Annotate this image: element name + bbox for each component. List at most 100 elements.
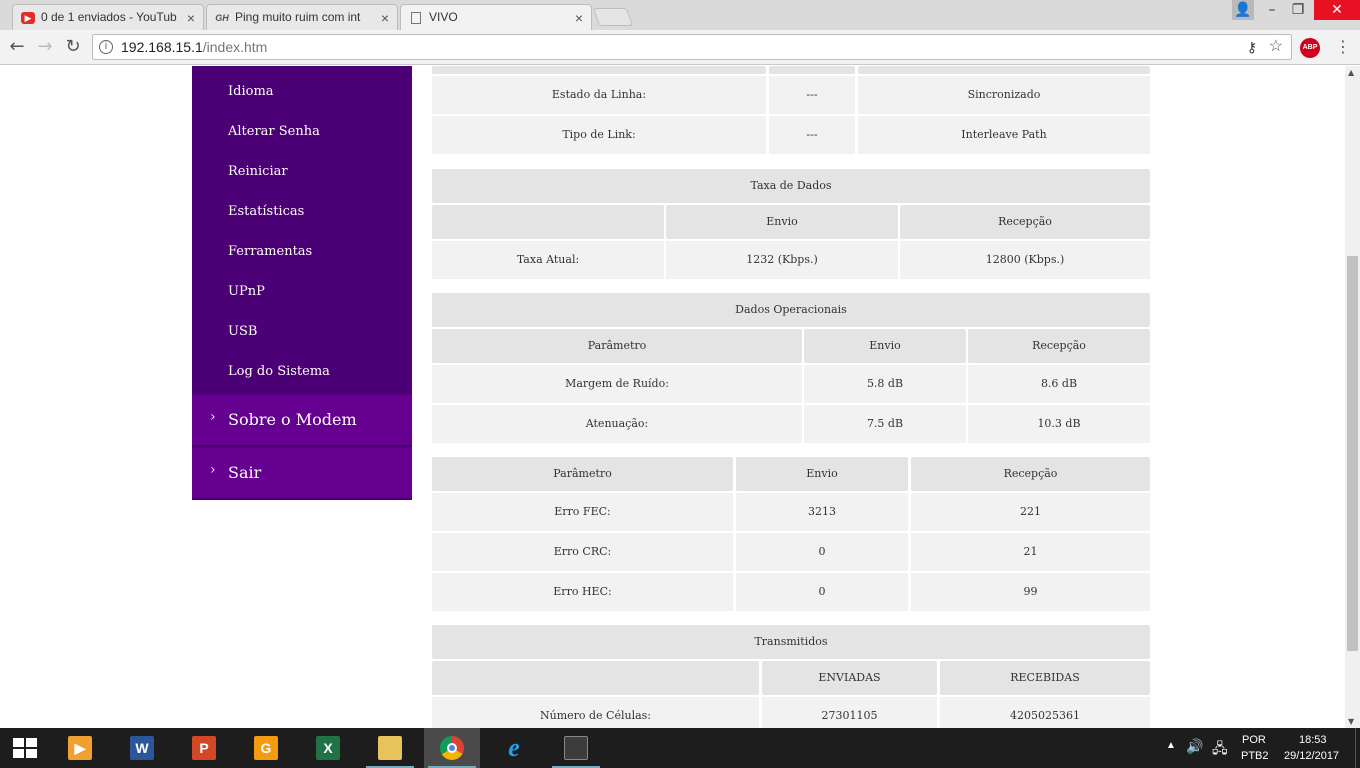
row-label: Taxa Atual:: [432, 241, 664, 279]
taskbar-app-ie[interactable]: e: [486, 728, 542, 768]
tab-title: VIVO: [429, 10, 458, 24]
row-mid: ---: [769, 116, 855, 154]
sidebar-item-alterar-senha[interactable]: Alterar Senha: [228, 124, 320, 139]
chevron-right-icon: ›: [210, 409, 216, 425]
bookmark-star-icon[interactable]: ☆: [1269, 35, 1283, 59]
table-header-cell: Recepção: [900, 205, 1150, 239]
row-send: 5.8 dB: [804, 365, 966, 403]
file-explorer-icon: [378, 736, 402, 760]
internet-explorer-icon: e: [508, 733, 520, 762]
table-title: Taxa de Dados: [432, 169, 1150, 203]
row-recv: 99: [911, 573, 1150, 611]
sidebar-main-label: Sobre o Modem: [228, 410, 357, 429]
taskbar-app-chrome[interactable]: [424, 728, 480, 768]
taskbar-app-explorer[interactable]: [362, 728, 418, 768]
page-scrollbar[interactable]: ▲ ▼: [1345, 66, 1360, 728]
show-desktop-button[interactable]: [1355, 728, 1360, 768]
table-header-cell: RECEBIDAS: [940, 661, 1150, 695]
taskbar-app-word[interactable]: W: [114, 728, 170, 768]
sidebar-item-usb[interactable]: USB: [228, 324, 257, 339]
back-arrow-icon[interactable]: ←: [6, 36, 28, 58]
row-send: 0: [736, 573, 908, 611]
table-header-cell: [858, 66, 1150, 74]
sidebar-item-ferramentas[interactable]: Ferramentas: [228, 244, 312, 259]
taskbar-app-foxit[interactable]: G: [238, 728, 294, 768]
sidebar-item-idioma[interactable]: Idioma: [228, 84, 274, 99]
start-button[interactable]: [0, 728, 50, 768]
close-tab-icon[interactable]: ×: [381, 10, 389, 26]
row-label: Estado da Linha:: [432, 76, 766, 114]
gh-site-icon: GH: [215, 13, 229, 23]
sidebar-item-log[interactable]: Log do Sistema: [228, 364, 330, 379]
table-header-cell: [432, 661, 759, 695]
game-app-icon: [564, 736, 588, 760]
sidebar-menu: Idioma Alterar Senha Reiniciar Estatísti…: [192, 66, 412, 500]
tab-title: Ping muito ruim com int: [235, 10, 361, 24]
tab-youtube[interactable]: ▶ 0 de 1 enviados - YouTub ×: [12, 4, 204, 30]
forward-arrow-icon[interactable]: →: [34, 36, 56, 58]
close-tab-icon[interactable]: ×: [575, 10, 583, 26]
row-recv: 10.3 dB: [968, 405, 1150, 443]
row-label: Atenuação:: [432, 405, 802, 443]
adblock-icon[interactable]: ABP: [1300, 38, 1320, 58]
table-header-cell: [432, 205, 664, 239]
table-title: Dados Operacionais: [432, 293, 1150, 327]
close-window-icon[interactable]: ✕: [1314, 0, 1360, 20]
restore-icon[interactable]: ❐: [1284, 0, 1312, 20]
sidebar-item-estatisticas[interactable]: Estatísticas: [228, 204, 304, 219]
row-send: 1232 (Kbps.): [666, 241, 898, 279]
row-label: Erro FEC:: [432, 493, 733, 531]
taskbar-app-game[interactable]: [548, 728, 604, 768]
user-profile-icon[interactable]: 👤: [1232, 0, 1254, 20]
sidebar-main-sair[interactable]: › Sair: [192, 447, 412, 498]
word-icon: W: [130, 736, 154, 760]
row-recv: 21: [911, 533, 1150, 571]
network-icon[interactable]: 🖧: [1212, 738, 1228, 762]
row-recv: 221: [911, 493, 1150, 531]
youtube-icon: ▶: [21, 12, 35, 24]
clock-date[interactable]: 29/12/2017: [1284, 750, 1339, 762]
tab-ping[interactable]: GH Ping muito ruim com int ×: [206, 4, 398, 30]
taskbar-app-media-player[interactable]: ▶: [52, 728, 108, 768]
row-recv: 4205025361: [940, 697, 1150, 728]
sidebar-item-upnp[interactable]: UPnP: [228, 284, 265, 299]
info-icon[interactable]: i: [99, 40, 113, 54]
powerpoint-icon: P: [192, 736, 216, 760]
reload-icon[interactable]: ↻: [62, 36, 84, 58]
table-header-cell: [769, 66, 855, 74]
address-bar[interactable]: i 192.168.15.1/index.htm ⚷ ☆: [92, 34, 1292, 60]
windows-start-icon: [13, 738, 37, 758]
sidebar-item-reiniciar[interactable]: Reiniciar: [228, 164, 288, 179]
row-value: Sincronizado: [858, 76, 1150, 114]
clock-time[interactable]: 18:53: [1299, 734, 1327, 746]
scroll-up-arrow-icon[interactable]: ▲: [1348, 68, 1354, 77]
new-tab-button[interactable]: [592, 8, 634, 26]
taskbar-app-excel[interactable]: X: [300, 728, 356, 768]
page-icon: [411, 12, 421, 24]
scroll-down-arrow-icon[interactable]: ▼: [1348, 717, 1354, 726]
table-header-cell: Envio: [804, 329, 966, 363]
sidebar-main-sobre-modem[interactable]: › Sobre o Modem: [192, 394, 412, 445]
taskbar-app-powerpoint[interactable]: P: [176, 728, 232, 768]
minimize-icon[interactable]: –: [1258, 0, 1286, 20]
page-viewport: Idioma Alterar Senha Reiniciar Estatísti…: [0, 66, 1345, 728]
sidebar-main-label: Sair: [228, 463, 262, 482]
row-send: 7.5 dB: [804, 405, 966, 443]
tab-vivo[interactable]: VIVO ×: [400, 4, 592, 31]
show-hidden-icons-icon[interactable]: ▲: [1166, 740, 1176, 751]
keyboard-layout[interactable]: PTB2: [1241, 750, 1269, 762]
close-tab-icon[interactable]: ×: [187, 10, 195, 26]
volume-icon[interactable]: 🔊: [1186, 738, 1203, 755]
row-label: Erro CRC:: [432, 533, 733, 571]
row-send: 0: [736, 533, 908, 571]
key-icon[interactable]: ⚷: [1247, 35, 1257, 59]
table-title: Transmitidos: [432, 625, 1150, 659]
row-label: Número de Células:: [432, 697, 759, 728]
scrollbar-thumb[interactable]: [1347, 256, 1358, 651]
table-header-cell: Envio: [666, 205, 898, 239]
menu-dots-icon[interactable]: ⋮: [1332, 36, 1354, 58]
foxit-pdf-icon: G: [254, 736, 278, 760]
table-header-cell: Recepção: [968, 329, 1150, 363]
language-code[interactable]: POR: [1242, 734, 1266, 746]
table-header-cell: ENVIADAS: [762, 661, 937, 695]
